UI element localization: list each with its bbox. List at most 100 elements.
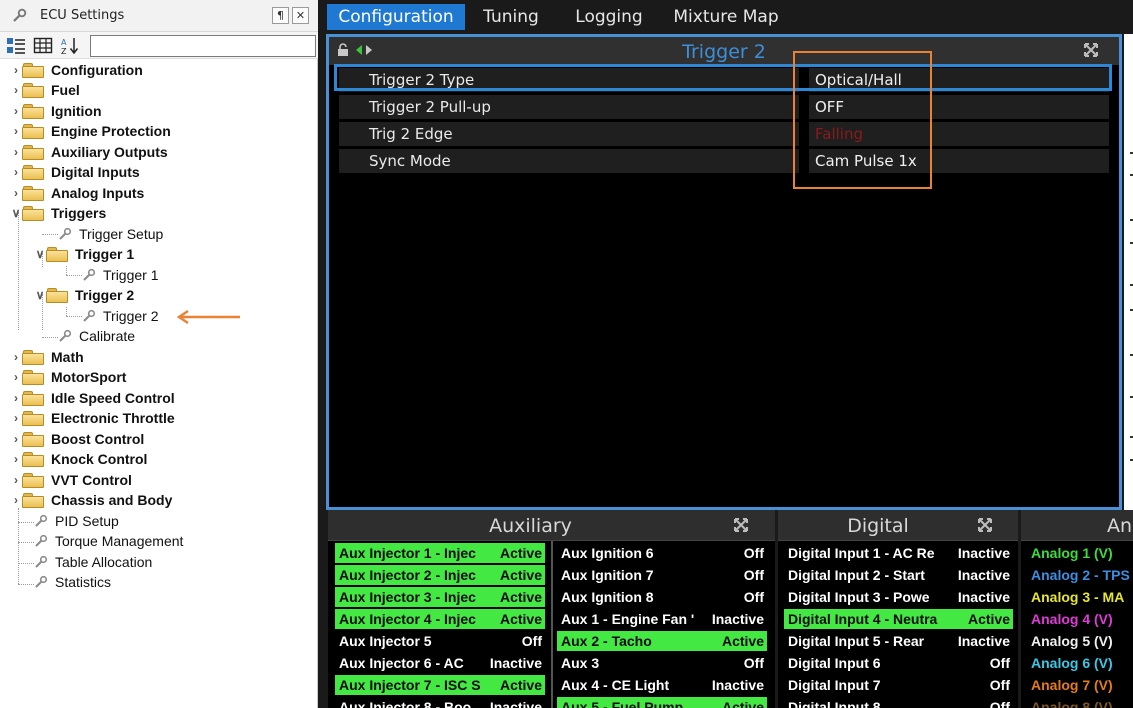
chevron-down-icon[interactable]: ∨ [10,203,22,223]
status-cell: Aux 2 - Tacho Active [557,631,767,651]
tree-folder-item[interactable]: › Analog Inputs [10,183,144,203]
tree-leaf-item[interactable]: PID Setup [34,511,119,531]
expand-icon[interactable] [733,517,749,533]
tree-folder-item[interactable]: › Ignition [10,101,102,121]
tab-logging[interactable]: Logging [562,4,656,30]
tree-leaf-item[interactable]: Torque Management [34,531,183,551]
folder-icon [46,246,68,262]
tab-tuning[interactable]: Tuning [472,4,550,30]
chevron-right-icon[interactable]: › [10,429,22,449]
panel-title: ECU Settings [40,8,125,23]
chevron-right-icon[interactable]: › [10,490,22,510]
tree-folder-item[interactable]: ∨ Trigger 2 [34,285,134,305]
tree-folder-item[interactable]: › Knock Control [10,449,147,469]
setting-row[interactable]: Trigger 2 Pull-up OFF [339,95,1109,119]
wrench-icon [59,227,72,240]
chevron-right-icon[interactable]: › [10,80,22,100]
close-icon[interactable]: ✕ [292,7,309,24]
chevron-right-icon[interactable]: › [10,101,22,121]
tab-mixture-map[interactable]: Mixture Map [668,4,784,30]
chevron-right-icon[interactable]: › [10,388,22,408]
folder-icon [22,185,44,201]
tree-folder-item[interactable]: › VVT Control [10,470,132,490]
auxiliary-panel-title: Auxiliary [489,515,572,537]
tree-leaf-item[interactable]: Table Allocation [34,552,152,572]
chevron-right-icon[interactable]: › [10,60,22,80]
tree-folder-item[interactable]: ∨ Trigger 1 [34,244,134,264]
tree-folder-item[interactable]: › Auxiliary Outputs [10,142,168,162]
analog-channel: Analog 8 (V) [1027,697,1133,708]
chevron-down-icon[interactable]: ∨ [34,285,46,305]
status-cell: Aux Injector 5 Off [335,631,545,651]
value-column-highlight [793,51,932,189]
tree-folder-item[interactable]: › MotorSport [10,367,126,387]
chevron-right-icon[interactable]: › [10,347,22,367]
chevron-right-icon[interactable]: › [10,162,22,182]
status-cell: Aux Ignition 6 Off [557,543,767,563]
tree-leaf-item[interactable]: Trigger 2 [82,306,159,326]
chevron-down-icon[interactable]: ∨ [34,244,46,264]
sort-alphabetical-icon[interactable]: A Z [60,36,80,55]
setting-row[interactable]: Sync Mode Cam Pulse 1x [339,149,1109,173]
chevron-right-icon[interactable]: › [10,142,22,162]
status-cell: Aux Ignition 7 Off [557,565,767,585]
status-name: Aux Injector 6 - AC [339,655,464,671]
status-cell: Aux Injector 1 - Injec Active [335,543,545,563]
analog-channel: Analog 7 (V) [1027,675,1133,695]
status-name: Digital Input 5 - Rear [788,633,925,649]
tree-folder-item[interactable]: › Idle Speed Control [10,388,175,408]
search-input[interactable] [90,35,316,57]
expand-icon[interactable] [977,517,993,533]
status-name: Aux Injector 5 [339,633,432,649]
digital-panel-title: Digital [847,515,909,537]
status-cell: Aux Injector 8 - Boo Inactive [335,697,545,708]
status-value: Inactive [953,565,1010,585]
tree-folder-item[interactable]: › Boost Control [10,429,144,449]
tree-folder-item[interactable]: ∨ Triggers [10,203,106,223]
tree-folder-item[interactable]: › Electronic Throttle [10,408,175,428]
tree-folder-item[interactable]: › Configuration [10,60,143,80]
tab-configuration[interactable]: Configuration [327,4,465,30]
tree-leaf-item[interactable]: Trigger 1 [82,265,159,285]
status-name: Aux Ignition 8 [561,589,654,605]
status-cell: Digital Input 5 - Rear Inactive [784,631,1013,651]
grid-view-icon[interactable] [33,36,53,55]
status-name: Aux Injector 8 - Boo [339,699,472,708]
status-value: Active [495,543,542,563]
status-value: Inactive [485,697,542,708]
status-name: Aux Ignition 7 [561,567,654,583]
categorized-view-icon[interactable] [6,36,26,55]
config-panel-header: Trigger 2 [329,37,1119,65]
status-name: Aux Injector 7 - ISC S [339,677,481,693]
chevron-right-icon[interactable]: › [10,121,22,141]
wrench-icon [13,8,27,22]
tree-folder-item[interactable]: › Chassis and Body [10,490,172,510]
status-value: Inactive [953,543,1010,563]
status-value: Inactive [953,631,1010,651]
folder-icon [22,123,44,139]
wrench-icon [35,575,48,588]
chevron-right-icon[interactable]: › [10,408,22,428]
status-name: Aux Injector 1 - Injec [339,545,476,561]
chevron-right-icon[interactable]: › [10,449,22,469]
chevron-right-icon[interactable]: › [10,183,22,203]
tree-folder-item[interactable]: › Digital Inputs [10,162,140,182]
chevron-right-icon[interactable]: › [10,367,22,387]
wrench-icon [83,268,96,281]
tree-folder-item[interactable]: › Engine Protection [10,121,171,141]
status-value: Active [717,697,764,708]
folder-icon [22,410,44,426]
setting-label: Trigger 2 Pull-up [339,95,799,119]
chevron-right-icon[interactable]: › [10,470,22,490]
status-value: Active [495,609,542,629]
tree-folder-item[interactable]: › Fuel [10,80,80,100]
tree-leaf-item[interactable]: Trigger Setup [58,224,163,244]
expand-icon[interactable] [1083,42,1099,58]
status-cell: Digital Input 2 - Start Inactive [784,565,1013,585]
setting-row[interactable]: Trig 2 Edge Falling [339,122,1109,146]
tree-folder-item[interactable]: › Math [10,347,84,367]
wrench-icon [35,514,48,527]
tree-leaf-item[interactable]: Statistics [34,572,111,592]
pin-icon[interactable]: ¶ [272,7,289,24]
tree-leaf-item[interactable]: Calibrate [58,326,135,346]
